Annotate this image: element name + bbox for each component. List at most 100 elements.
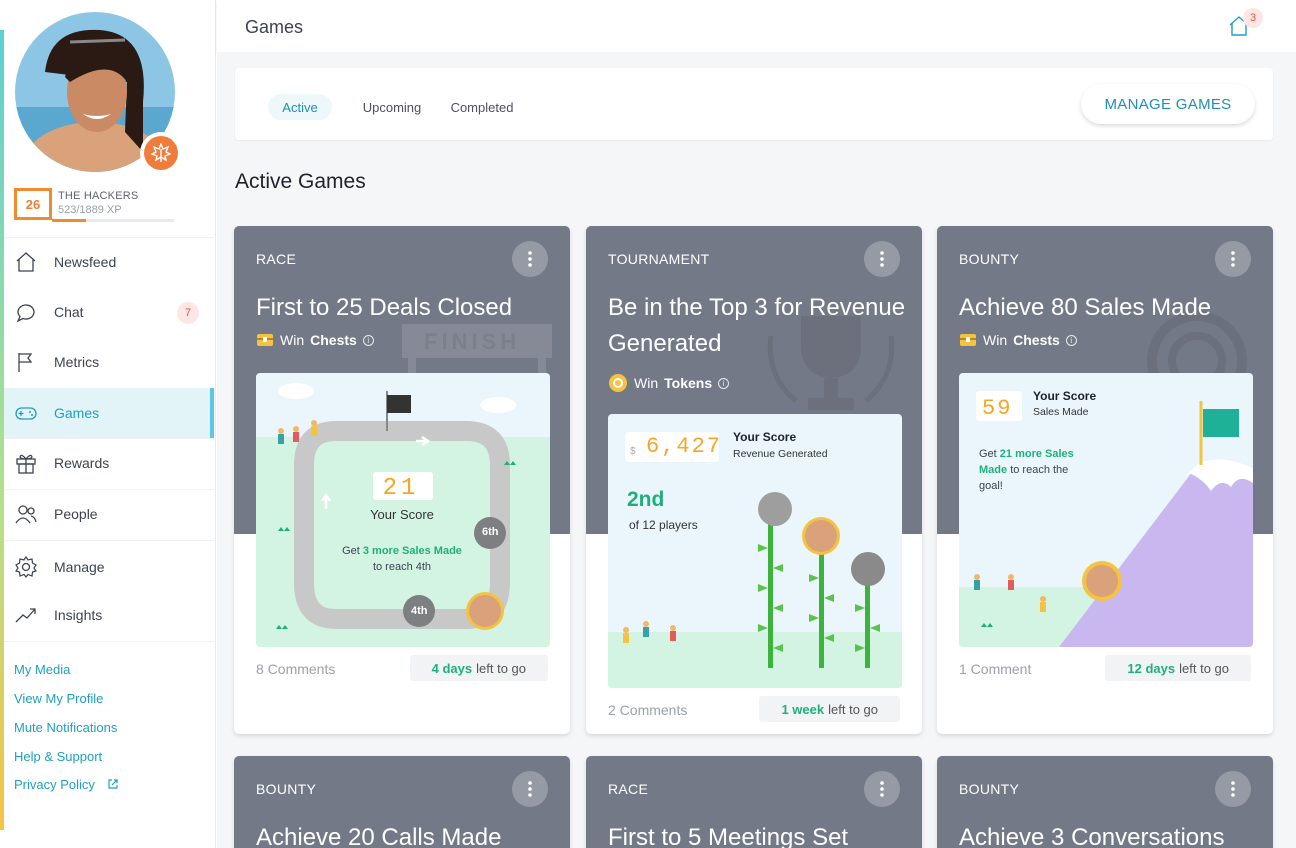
link-mute-notifications[interactable]: Mute Notifications [14,720,117,735]
prize-name: Chests [310,332,357,348]
notification-badge: 3 [1243,8,1263,28]
prize-prefix: Win [983,332,1008,348]
time-left-pill: 4 days left to go [409,655,548,681]
chest-icon [960,334,976,346]
tab-active[interactable]: Active [268,94,332,120]
tip-suffix: to reach 4th [372,561,432,573]
info-icon[interactable]: i [718,377,730,389]
tip-highlight: 3 more Sales Made [362,545,462,557]
more-vertical-icon [528,251,532,267]
external-link-icon [107,779,118,789]
more-options-button[interactable] [512,771,548,807]
time-highlight: 4 days [431,660,473,676]
xp-progress-fill [52,219,86,222]
currency-symbol: $ [630,446,636,457]
more-vertical-icon [1231,781,1235,797]
chat-unread-badge: 7 [177,302,199,324]
info-icon[interactable]: i [362,334,374,346]
game-card[interactable]: TOURNAMENT Be in the Top 3 for Revenue G… [586,226,922,734]
tab-completed[interactable]: Completed [445,94,519,120]
sidebar-item-manage[interactable]: Manage [4,542,214,592]
more-options-button[interactable] [1215,241,1251,277]
divider [4,641,214,642]
time-suffix: left to go [828,701,878,717]
sidebar-item-rewards[interactable]: Rewards [4,438,214,488]
sidebar-item-people[interactable]: People [4,489,214,539]
time-highlight: 12 days [1127,660,1176,676]
more-vertical-icon [880,781,884,797]
game-title: Achieve 80 Sales Made [959,294,1212,321]
gear-icon [15,555,37,578]
time-left-pill: 1 week left to go [759,696,900,722]
main-content: Active Upcoming Completed MANAGE GAMES A… [217,52,1296,848]
prize-prefix: Win [634,375,659,391]
place-sub: of 12 players [629,518,698,532]
sidebar-item-label: People [54,506,98,522]
game-type: BOUNTY [256,781,317,797]
manage-games-button[interactable]: MANAGE GAMES [1081,84,1255,124]
xp-progress-bar [52,219,174,222]
link-privacy-policy[interactable]: Privacy Policy [14,777,119,792]
gamepad-icon [15,407,37,420]
page-title: Games [245,17,304,37]
game-card[interactable]: BOUNTY Achieve 80 Sales Made Win Chests i… [937,226,1273,734]
prize-name: Chests [1013,332,1060,348]
info-icon[interactable]: i [1065,334,1077,346]
sidebar-item-newsfeed[interactable]: Newsfeed [4,237,214,287]
sidebar-item-label: Newsfeed [54,254,117,270]
link-view-my-profile[interactable]: View My Profile [14,691,103,706]
game-type: BOUNTY [959,251,1020,267]
sidebar-item-games[interactable]: Games [4,388,214,438]
comments-link[interactable]: 8 Comments [256,661,335,677]
sidebar-item-insights[interactable]: Insights [4,590,214,640]
link-my-media[interactable]: My Media [14,662,70,677]
section-title: Active Games [235,170,366,193]
comments-link[interactable]: 2 Comments [608,702,687,718]
more-options-button[interactable] [512,241,548,277]
game-card[interactable]: BOUNTY Achieve 3 Conversations [937,756,1273,848]
game-title: Be in the Top 3 for Revenue Generated [608,294,906,357]
more-options-button[interactable] [864,771,900,807]
divider [4,540,214,541]
people-icon [15,505,37,524]
home-icon [16,252,36,272]
gift-icon [16,454,36,474]
game-prize: Win Chests i [256,332,374,348]
game-card[interactable]: BOUNTY Achieve 20 Calls Made [234,756,570,848]
sidebar-item-metrics[interactable]: Metrics [4,337,214,387]
game-card[interactable]: RACE First to 5 Meetings Set [586,756,922,848]
tip-prefix: Get [979,448,997,460]
game-type: BOUNTY [959,781,1020,797]
more-options-button[interactable] [864,241,900,277]
sidebar-item-label: Games [54,405,100,421]
rank-label: 4th [411,605,428,617]
game-type: TOURNAMENT [608,251,710,267]
game-title: First to 5 Meetings Set [608,824,849,848]
score-sub: Revenue Generated [733,448,828,460]
sidebar-item-label: Metrics [54,354,100,370]
flag-icon [18,353,33,372]
game-card[interactable]: FINISH RACE First to 25 Deals Closed Win… [234,226,570,734]
time-suffix: left to go [476,660,526,676]
sidebar-item-label: Insights [54,607,103,623]
place-value: 2nd [627,488,665,511]
more-vertical-icon [880,251,884,267]
score-label: Your Score [370,507,434,522]
prize-name: Tokens [664,375,713,391]
level-badge: 26 [14,188,52,220]
score-label: Your Score [1033,389,1097,403]
tab-upcoming[interactable]: Upcoming [355,94,429,120]
time-highlight: 1 week [781,701,825,717]
score-value: 59 [982,396,1013,421]
sidebar-item-label: Manage [54,559,105,575]
tab-bar: Active Upcoming Completed MANAGE GAMES [235,68,1273,140]
game-title: Achieve 20 Calls Made [256,824,502,848]
comments-link[interactable]: 1 Comment [959,661,1031,677]
link-help-support[interactable]: Help & Support [14,749,102,764]
more-options-button[interactable] [1215,771,1251,807]
sidebar: 26 THE HACKERS 523/1889 XP Newsfeed Chat… [0,0,216,848]
score-tip: Get 3 more Sales Made to reach 4th [338,543,466,575]
token-icon [609,374,627,392]
game-type: RACE [256,251,297,267]
game-prize: Win Chests i [959,332,1077,348]
